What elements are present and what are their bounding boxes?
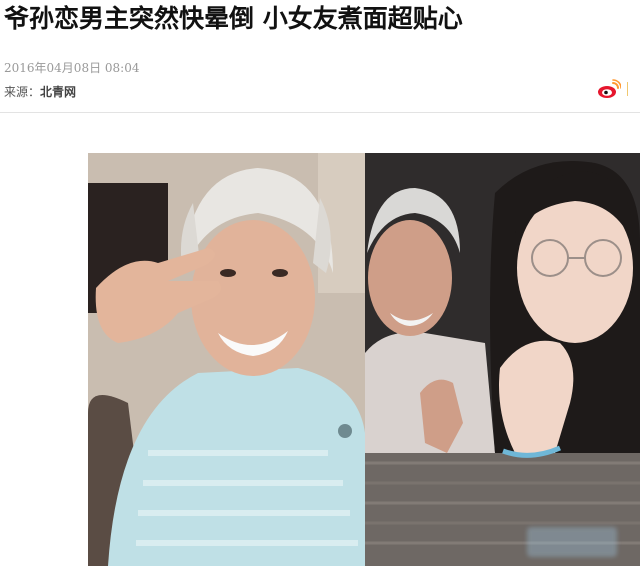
image-watermark xyxy=(527,527,617,557)
article-title: 爷孙恋男主突然快晕倒 小女友煮面超贴心 xyxy=(4,4,463,33)
header-divider xyxy=(0,112,640,113)
weibo-icon[interactable] xyxy=(597,79,621,99)
article-date: 2016年04月08日 08:04 xyxy=(4,61,140,75)
article-photo-right xyxy=(365,153,640,566)
photo-right-illustration xyxy=(365,153,640,566)
article-source: 来源：北青网 xyxy=(4,83,76,100)
source-name[interactable]: 北青网 xyxy=(40,85,76,99)
share-separator xyxy=(627,82,629,96)
photo-left-illustration xyxy=(88,153,365,566)
source-label: 来源： xyxy=(4,85,41,99)
article-photo-left xyxy=(88,153,365,566)
